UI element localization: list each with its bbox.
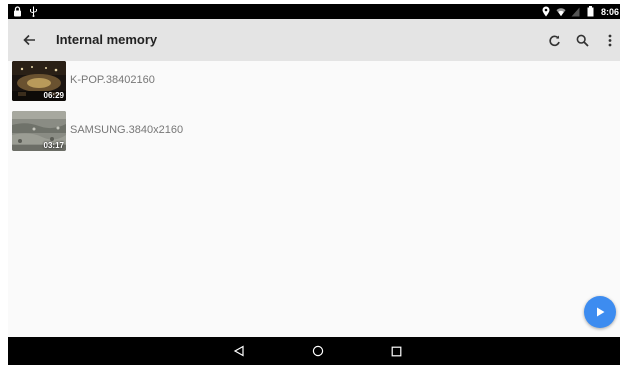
battery-icon xyxy=(586,6,596,18)
search-icon xyxy=(576,34,589,47)
page-title: Internal memory xyxy=(56,32,158,47)
frame: 8:06 Internal memory 06:29 K-POP.3840216… xyxy=(0,0,620,365)
status-time: 8:06 xyxy=(600,6,619,17)
search-button[interactable] xyxy=(571,29,593,51)
list-item[interactable]: 03:17 SAMSUNG.3840x2160 xyxy=(12,111,572,151)
nav-recent-button[interactable] xyxy=(388,343,404,359)
video-name: K-POP.38402160 xyxy=(70,74,155,86)
screen: 8:06 Internal memory 06:29 K-POP.3840216… xyxy=(8,4,620,365)
nav-home-icon xyxy=(312,345,324,357)
usb-icon xyxy=(28,6,38,18)
nav-recent-icon xyxy=(391,346,401,356)
more-vert-icon xyxy=(608,34,612,46)
arrow-back-icon xyxy=(23,34,35,46)
list-item[interactable]: 06:29 K-POP.38402160 xyxy=(12,61,572,101)
status-right: 8:06 xyxy=(541,5,620,18)
signal-icon xyxy=(571,6,581,18)
video-thumbnail: 06:29 xyxy=(12,61,66,101)
location-icon xyxy=(541,6,551,18)
play-fab-button[interactable] xyxy=(584,296,616,328)
lock-icon xyxy=(12,6,22,18)
play-icon xyxy=(597,307,605,317)
nav-back-button[interactable] xyxy=(231,343,247,359)
refresh-button[interactable] xyxy=(543,29,565,51)
nav-home-button[interactable] xyxy=(310,343,326,359)
nav-back-icon xyxy=(233,345,244,357)
toolbar: Internal memory xyxy=(8,19,620,61)
wifi-icon xyxy=(556,6,566,18)
more-options-button[interactable] xyxy=(599,29,620,51)
navigation-bar xyxy=(8,337,620,365)
video-name: SAMSUNG.3840x2160 xyxy=(70,124,184,136)
status-left xyxy=(12,5,38,18)
status-bar: 8:06 xyxy=(8,4,620,19)
refresh-icon xyxy=(548,35,560,46)
video-thumbnail: 03:17 xyxy=(12,111,66,151)
video-duration: 03:17 xyxy=(43,141,64,150)
video-duration: 06:29 xyxy=(43,91,64,100)
back-button[interactable] xyxy=(18,29,40,51)
